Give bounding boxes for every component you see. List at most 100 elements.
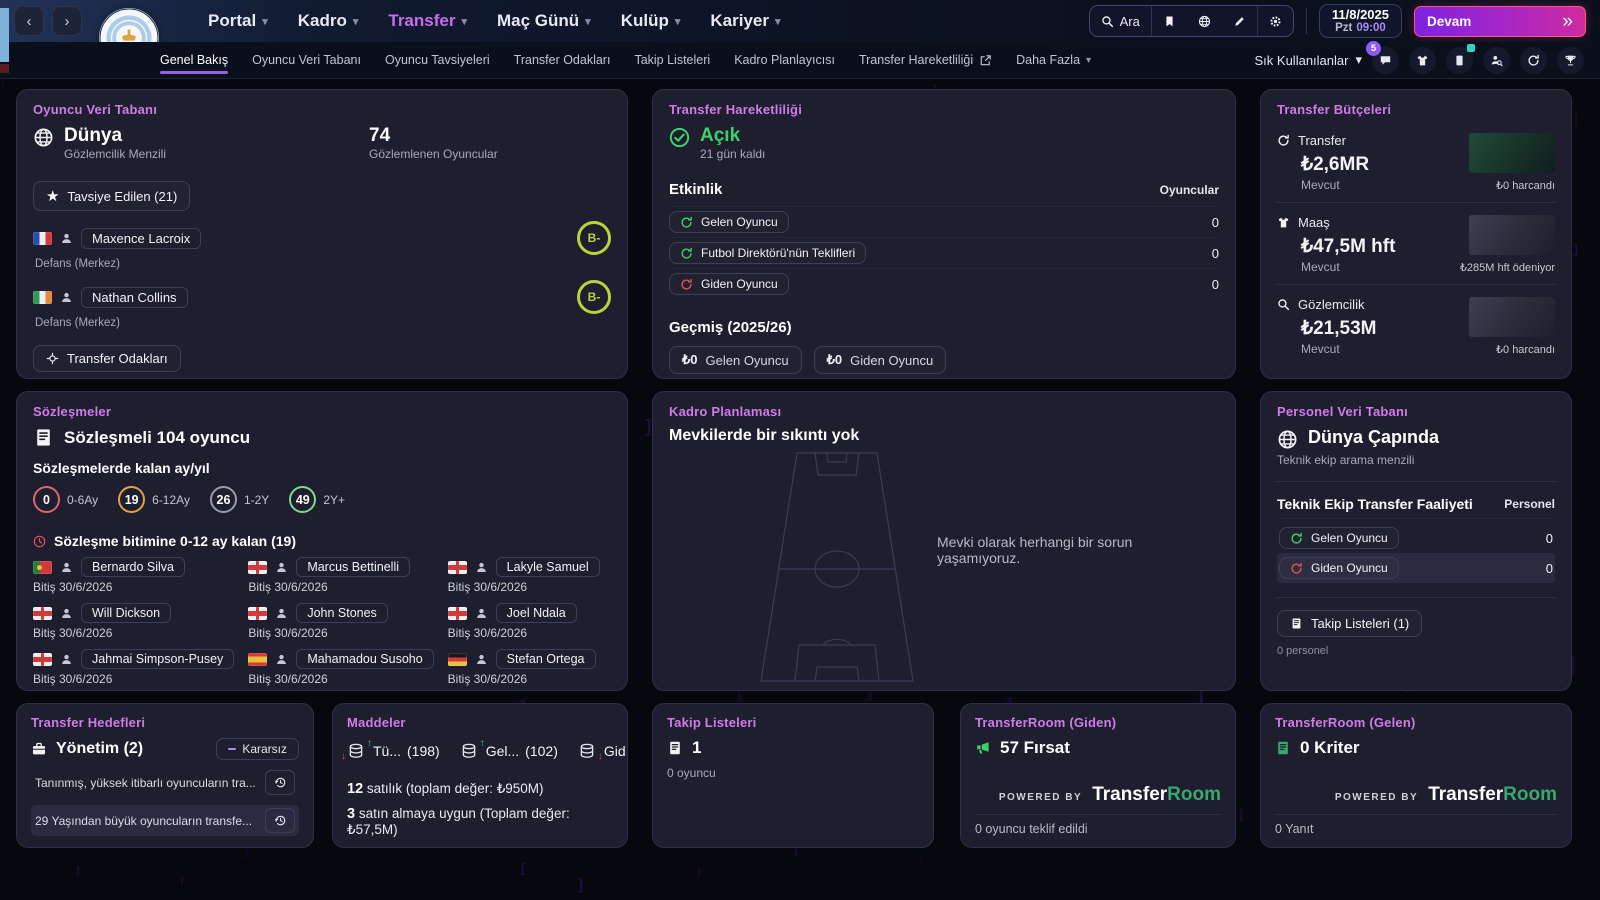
target-row[interactable]: 29 Yaşından büyük oyuncuların transfe... — [31, 805, 299, 836]
settings-button[interactable] — [1258, 6, 1293, 36]
player-name[interactable]: Marcus Bettinelli — [296, 557, 411, 577]
player-name[interactable]: Jahmai Simpson-Pusey — [81, 649, 235, 669]
player-name[interactable]: Stefan Ortega — [495, 649, 596, 669]
staff-row-outgoing[interactable]: Giden Oyuncu 0 — [1277, 553, 1555, 583]
search-button[interactable]: Ara — [1090, 6, 1151, 36]
recommended-players-button[interactable]: ★ Tavsiye Edilen (21) — [33, 181, 191, 211]
clauses-tab-count: (198) — [407, 743, 440, 759]
player-name[interactable]: Maxence Lacroix — [81, 227, 202, 249]
player-name[interactable]: Will Dickson — [81, 603, 172, 623]
player-name[interactable]: Lakyle Samuel — [495, 557, 600, 577]
tab-genel-bakis[interactable]: Genel Bakış — [160, 44, 229, 76]
reports-button[interactable] — [1446, 43, 1475, 74]
contract-expiry: Bitiş 30/6/2026 — [447, 672, 528, 686]
activity-row-incoming[interactable]: Gelen Oyuncu 0 — [669, 206, 1219, 237]
chevron-down-icon: ▾ — [674, 15, 681, 28]
squad-button[interactable] — [1409, 46, 1436, 74]
coins-in-out-icon: ↑ ↓ — [341, 738, 372, 762]
briefcase-icon — [31, 741, 47, 757]
budget-note: ₺285M hft ödeniyor — [1459, 262, 1555, 274]
player-name[interactable]: Joel Ndala — [495, 603, 577, 623]
competitions-button[interactable] — [1557, 46, 1584, 74]
staff-row-incoming[interactable]: Gelen Oyuncu 0 — [1277, 523, 1555, 553]
sub-nav-tabs: Genel Bakış Oyuncu Veri Tabanı Oyuncu Ta… — [160, 44, 1091, 76]
gear-icon — [1269, 15, 1282, 28]
activity-row-label: Giden Oyuncu — [701, 277, 778, 291]
tab-daha-fazla[interactable]: Daha Fazla ▾ — [1016, 44, 1091, 76]
board-stance-chip[interactable]: Kararsız — [216, 738, 299, 760]
favorites-dropdown[interactable]: Sık Kullanılanlar ▾ — [1255, 52, 1362, 68]
target-history-button[interactable] — [265, 770, 295, 795]
favorites-label: Sık Kullanılanlar — [1254, 52, 1349, 68]
player-name[interactable]: Mahamadou Susoho — [296, 649, 434, 669]
nav-kulup[interactable]: Kulüp ▾ — [621, 11, 681, 31]
player-face-icon — [60, 561, 73, 574]
recommended-player-row[interactable]: Maxence Lacroix B- — [33, 221, 611, 255]
tab-oyuncu-tavsiyeleri[interactable]: Oyuncu Tavsiyeleri — [385, 44, 490, 76]
history-out-chip[interactable]: ₺0 Giden Oyuncu — [813, 346, 947, 374]
top-bar-right: Ara 11/8/2025 Pzt 09:00 Devam » — [1088, 3, 1600, 39]
bucket-count: 26 — [209, 486, 237, 513]
budget-sub: Mevcut — [1301, 178, 1340, 192]
clauses-tab-count: (102) — [525, 743, 558, 759]
nation-flag — [248, 560, 268, 574]
panel-clauses: Maddeler ↑↓ Tü... (198) ↑ Gel... (102) — [332, 703, 628, 848]
chevron-down-icon: ▾ — [1086, 54, 1092, 66]
nav-mac-gunu[interactable]: Maç Günü ▾ — [497, 11, 591, 31]
tab-transfer-odaklari[interactable]: Transfer Odakları — [514, 44, 611, 76]
forward-button[interactable]: › — [52, 6, 82, 36]
date-display[interactable]: 11/8/2025 Pzt 09:00 — [1318, 3, 1402, 39]
back-button[interactable]: ‹ — [14, 6, 44, 36]
edit-button[interactable] — [1222, 6, 1257, 36]
messages-button[interactable]: 5 — [1366, 40, 1399, 74]
world-button[interactable] — [1187, 6, 1222, 36]
target-row[interactable]: Tanınmış, yüksek itibarlı oyuncuların tr… — [31, 767, 299, 798]
nav-kadro[interactable]: Kadro ▾ — [298, 11, 359, 31]
tab-label: Oyuncu Veri Tabanı — [252, 53, 361, 67]
player-name[interactable]: Bernardo Silva — [81, 557, 185, 577]
target-row-label: Tanınmış, yüksek itibarlı oyuncuların tr… — [35, 775, 256, 790]
bucket-count: 19 — [118, 486, 146, 513]
continue-button[interactable]: Devam » — [1414, 5, 1586, 37]
clauses-tab-all[interactable]: ↑ ↓ Tü... (198) — [341, 738, 440, 762]
transfer-out-icon — [680, 278, 693, 291]
clauses-tab-incoming[interactable]: ↑ Gel... (102) — [460, 739, 558, 760]
tab-takip-listeleri[interactable]: Takip Listeleri — [634, 44, 710, 76]
contract-expiry: Bitiş 30/6/2026 — [33, 672, 113, 686]
player-face-icon — [60, 653, 73, 666]
activity-row-dof-offers[interactable]: Futbol Direktörü'nün Teklifleri 0 — [669, 237, 1219, 268]
nav-kariyer[interactable]: Kariyer ▾ — [710, 11, 780, 31]
staff-activity-header: Teknik Ekip Transfer Faaliyeti — [1277, 496, 1473, 512]
staff-row-label: Gelen Oyuncu — [1311, 531, 1388, 545]
shirt-icon — [1277, 216, 1290, 229]
tab-transfer-hareketliligi[interactable]: Transfer Hareketliliği — [859, 44, 992, 76]
search-icon — [1277, 298, 1290, 311]
history-in-chip[interactable]: ₺0 Gelen Oyuncu — [669, 346, 802, 374]
nav-portal[interactable]: Portal ▾ — [208, 11, 268, 31]
tab-kadro-planlayicisi[interactable]: Kadro Planlayıcısı — [734, 44, 835, 76]
player-name[interactable]: John Stones — [296, 603, 388, 623]
budget-sub: Mevcut — [1301, 260, 1340, 274]
nav-transfer[interactable]: Transfer ▾ — [388, 11, 467, 31]
staff-row-label: Giden Oyuncu — [1311, 561, 1388, 575]
tab-label: Oyuncu Tavsiyeleri — [384, 53, 490, 67]
target-history-button[interactable] — [265, 808, 295, 833]
player-face-icon — [475, 653, 488, 666]
star-icon: ★ — [46, 188, 60, 205]
history-icon — [274, 814, 287, 827]
clauses-tab-outgoing[interactable]: ↓ Gid... (96) — [578, 742, 627, 762]
staff-shortlists-button[interactable]: Takip Listeleri (1) — [1277, 610, 1423, 637]
scouting-range-label: Gözlemcilik Menzili — [64, 147, 167, 161]
player-name[interactable]: Nathan Collins — [81, 286, 188, 308]
player-face-icon — [275, 653, 288, 666]
recommended-player-row[interactable]: Nathan Collins B- — [33, 280, 611, 314]
scouting-button[interactable] — [1483, 46, 1510, 74]
messages-badge: 5 — [1366, 40, 1381, 56]
transfer-focuses-button[interactable]: Transfer Odakları — [33, 345, 181, 372]
activity-row-outgoing[interactable]: Giden Oyuncu 0 — [669, 268, 1219, 299]
tab-oyuncu-veri-tabani[interactable]: Oyuncu Veri Tabanı — [252, 44, 361, 76]
budget-label: Gözlemcilik — [1298, 297, 1365, 312]
transfers-button[interactable] — [1520, 46, 1547, 74]
staff-footer: 0 personel — [1277, 645, 1329, 657]
notes-button[interactable] — [1152, 6, 1187, 36]
